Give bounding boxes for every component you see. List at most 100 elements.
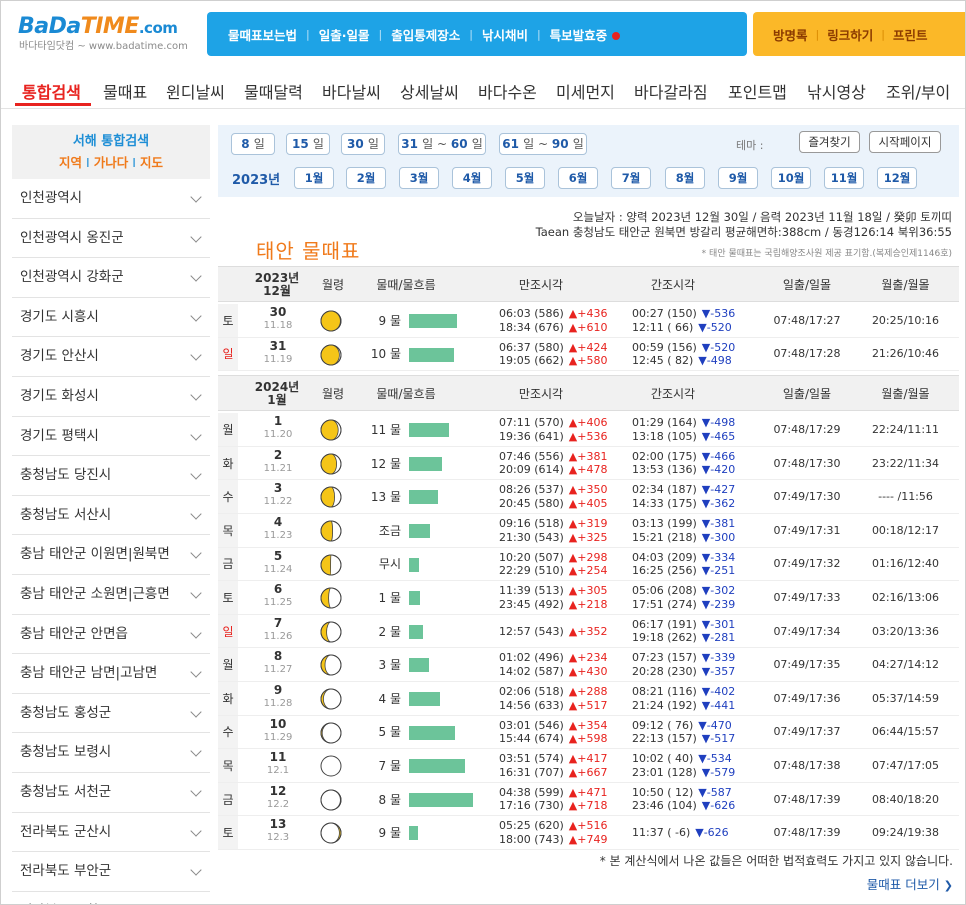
tide-flow-bar [409,490,438,505]
sidebar-region-item[interactable]: 인천광역시 강화군 [12,258,210,298]
sidebar-region-item[interactable]: 전라북도 군산시 [12,813,210,853]
moon-phase-icon [320,688,342,710]
month-button[interactable]: 2월 [346,167,386,189]
month-button[interactable]: 4월 [452,167,492,189]
sidebar-region-item[interactable]: 충청남도 서산시 [12,496,210,536]
tide-phase-label: 10 물 [370,347,401,362]
sidebar-region-item[interactable]: 충청남도 보령시 [12,733,210,773]
more-tide-tables-link[interactable]: 물때표 더보기 ❯ [867,874,953,893]
month-button[interactable]: 7월 [611,167,651,189]
tab-sea-temperature[interactable]: 바다수온 [478,79,537,103]
month-button[interactable]: 8월 [665,167,705,189]
tide-change-up: ▲+749 [568,832,608,846]
topnav-sunrise[interactable]: 일출·일몰 [310,25,379,44]
low-tide-cell: 03:13 (199) ▼-381 15:21 (218) ▼-300 [632,517,735,544]
tide-time: 00:27 (150) [632,307,697,320]
low-tide-entry: 07:23 (157) ▼-339 [632,651,735,665]
high-tide-cell: 10:20 (507) ▲+298 22:29 (510) ▲+254 [499,551,607,578]
high-tide-entry: 19:05 (662) ▲+580 [499,354,607,368]
moonrise-moonset: 23:22/11:34 [871,456,940,470]
site-logo[interactable]: BaDaTIME.com 바다타임닷컴 ~ www.badatime.com [18,14,203,58]
homepage-button[interactable]: 시작페이지 [869,131,941,153]
tide-time: 23:01 (128) [632,765,697,779]
tab-fine-dust[interactable]: 미세먼지 [556,79,615,103]
tab-tide-calendar[interactable]: 물때달력 [244,79,303,103]
sidebar-region-item[interactable]: 인천광역시 옹진군 [12,219,210,259]
range-61-90-days-button[interactable]: 61 일 ~ 90 일 [499,133,587,155]
month-button[interactable]: 12월 [877,167,917,189]
sort-by-name-link[interactable]: 가나다 [94,155,129,170]
topnav-warnings[interactable]: 특보발효중 [541,25,630,44]
legal-disclaimer: * 본 계산식에서 나온 값들은 어떠한 법적효력도 가지고 있지 않습니다. [599,854,953,868]
lunar-date: 11.26 [263,630,293,642]
sidebar-region-item[interactable]: 경기도 화성시 [12,377,210,417]
month-button[interactable]: 9월 [718,167,758,189]
sidebar-region-item[interactable]: 충남 태안군 소원면|근흥면 [12,575,210,615]
tab-windy-weather[interactable]: 윈디날씨 [166,79,225,103]
sidebar-region-item[interactable]: 경기도 시흥시 [12,298,210,338]
sidebar-region-item[interactable]: 충남 태안군 안면읍 [12,615,210,655]
month-button[interactable]: 11월 [824,167,864,189]
sort-by-region-link[interactable]: 지역 [59,155,82,170]
print-link[interactable]: 프린트 [885,25,936,44]
region-label: 인천광역시 옹진군 [20,229,124,246]
sidebar-region-item[interactable]: 전라북도 부안군 [12,852,210,892]
low-tide-entry: 12:11 ( 66) ▼-520 [632,321,735,335]
tide-time: 22:29 (510) [499,564,564,578]
logo-tagline: 바다타임닷컴 ~ www.badatime.com [19,41,188,52]
range-30-days-button[interactable]: 30 일 [341,133,385,155]
sidebar-region-item[interactable]: 인천광역시 [12,179,210,219]
tab-point-map[interactable]: 포인트맵 [728,79,787,103]
link-us-link[interactable]: 링크하기 [819,25,881,44]
column-header: 간조시각 [650,277,696,292]
column-header: 일출/일몰 [782,386,832,401]
sidebar-region-item[interactable]: 충남 태안군 이원면|원북면 [12,535,210,575]
logo-suffix: .com [138,19,178,37]
month-button[interactable]: 1월 [294,167,334,189]
column-header: 물때/물흐름 [376,386,436,401]
tab-sea-weather[interactable]: 바다날씨 [322,79,381,103]
region-label: 충남 태안군 안면읍 [20,625,128,642]
sidebar-region-item[interactable]: 경기도 평택시 [12,417,210,457]
month-button[interactable]: 6월 [558,167,598,189]
topnav-howto[interactable]: 물때표보는법 [219,25,306,44]
range-31-60-days-button[interactable]: 31 일 ~ 60 일 [398,133,486,155]
tab-integrated-search[interactable]: 통합검색 [22,79,81,103]
month-button[interactable]: 5월 [505,167,545,189]
chevron-down-icon [190,706,202,718]
range-8-days-button[interactable]: 8 일 [231,133,275,155]
month-button[interactable]: 3월 [399,167,439,189]
tab-sea-parting[interactable]: 바다갈라짐 [634,79,708,103]
sidebar-region-item[interactable]: 경기도 안산시 [12,337,210,377]
month-button[interactable]: 10월 [771,167,811,189]
range-number-end: 60 [450,137,468,151]
sort-by-map-link[interactable]: 지도 [140,155,163,170]
weekday-cell: 화 [218,682,238,715]
range-15-days-button[interactable]: 15 일 [286,133,330,155]
sidebar-region-item[interactable]: 전라북도 고창군 [12,892,210,904]
low-tide-cell: 07:23 (157) ▼-339 20:28 (230) ▼-357 [632,651,735,678]
sidebar-region-item[interactable]: 충청남도 홍성군 [12,694,210,734]
moon-phase-icon [320,344,342,366]
moon-phase-icon [320,822,342,844]
day-number: 2 [273,447,283,462]
favorites-button[interactable]: 즐겨찾기 [799,131,860,153]
moonrise-moonset: 21:26/10:46 [871,347,940,361]
tide-time: 12:11 ( 66) [632,320,694,334]
tide-phase-label: 5 물 [378,725,402,740]
tab-detailed-weather[interactable]: 상세날씨 [400,79,459,103]
sunrise-sunset: 07:49/17:32 [773,557,841,571]
tide-change-up: ▲+430 [568,664,608,678]
topnav-restricted[interactable]: 출입통제장소 [382,25,469,44]
sidebar-region-item[interactable]: 충남 태안군 남면|고남면 [12,654,210,694]
chevron-down-icon [190,428,202,441]
tab-tide-table[interactable]: 물때표 [103,79,147,103]
sidebar-region-item[interactable]: 충청남도 서천군 [12,773,210,813]
low-tide-entry: 01:29 (164) ▼-498 [632,416,735,430]
tab-tide-buoy[interactable]: 조위/부이 [886,79,950,103]
day-number: 13 [269,817,287,832]
guestbook-link[interactable]: 방명록 [765,25,816,44]
topnav-tackle[interactable]: 낚시채비 [473,25,537,44]
tab-fishing-video[interactable]: 낚시영상 [807,79,866,103]
sidebar-region-item[interactable]: 충청남도 당진시 [12,456,210,496]
